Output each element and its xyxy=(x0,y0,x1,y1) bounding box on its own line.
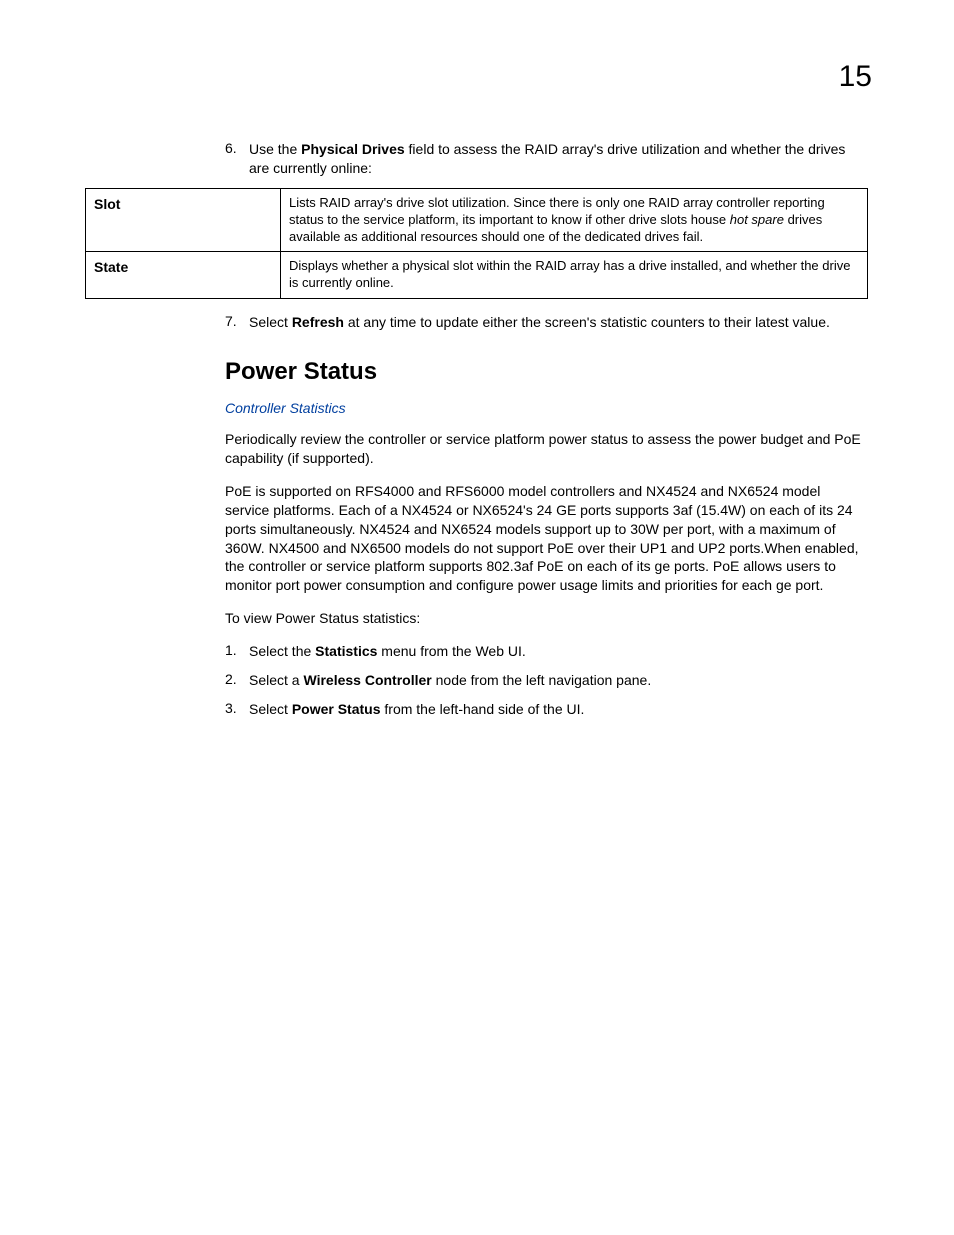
list-body: Select Power Status from the left-hand s… xyxy=(249,700,868,719)
list-number: 2. xyxy=(225,671,249,690)
bold-text: Refresh xyxy=(292,314,344,330)
list-number: 3. xyxy=(225,700,249,719)
power-step-1: 1. Select the Statistics menu from the W… xyxy=(85,642,868,661)
list-number: 7. xyxy=(225,313,249,332)
bold-text: Power Status xyxy=(292,701,381,717)
list-body: Use the Physical Drives field to assess … xyxy=(249,140,868,178)
table-row: Slot Lists RAID array's drive slot utili… xyxy=(86,188,868,252)
bold-text: Physical Drives xyxy=(301,141,405,157)
power-step-3: 3. Select Power Status from the left-han… xyxy=(85,700,868,719)
paragraph: To view Power Status statistics: xyxy=(225,609,868,628)
table-desc: Displays whether a physical slot within … xyxy=(281,252,868,299)
paragraph: PoE is supported on RFS4000 and RFS6000 … xyxy=(225,482,868,595)
list-body: Select Refresh at any time to update eit… xyxy=(249,313,868,332)
document-page: 15 6. Use the Physical Drives field to a… xyxy=(0,0,954,1235)
page-number: 15 xyxy=(839,60,872,94)
text: Select xyxy=(249,701,292,717)
text: Select the xyxy=(249,643,315,659)
paragraph: Periodically review the controller or se… xyxy=(225,430,868,468)
text: node from the left navigation pane. xyxy=(432,672,651,688)
bold-text: Wireless Controller xyxy=(303,672,431,688)
text: at any time to update either the screen'… xyxy=(344,314,830,330)
list-body: Select the Statistics menu from the Web … xyxy=(249,642,868,661)
step-7: 7. Select Refresh at any time to update … xyxy=(85,313,868,332)
field-description-table: Slot Lists RAID array's drive slot utili… xyxy=(85,188,868,299)
power-step-2: 2. Select a Wireless Controller node fro… xyxy=(85,671,868,690)
page-content: 6. Use the Physical Drives field to asse… xyxy=(85,140,868,729)
text: Select a xyxy=(249,672,303,688)
text: from the left-hand side of the UI. xyxy=(381,701,585,717)
list-body: Select a Wireless Controller node from t… xyxy=(249,671,868,690)
list-number: 6. xyxy=(225,140,249,178)
table-desc: Lists RAID array's drive slot utilizatio… xyxy=(281,188,868,252)
text: menu from the Web UI. xyxy=(377,643,525,659)
list-number: 1. xyxy=(225,642,249,661)
table-row: State Displays whether a physical slot w… xyxy=(86,252,868,299)
text: Select xyxy=(249,314,292,330)
table-label: State xyxy=(86,252,281,299)
link-controller-statistics[interactable]: Controller Statistics xyxy=(225,400,868,416)
table-label: Slot xyxy=(86,188,281,252)
section-title: Power Status xyxy=(225,358,868,386)
italic-text: hot spare xyxy=(730,212,784,227)
step-6: 6. Use the Physical Drives field to asse… xyxy=(85,140,868,178)
bold-text: Statistics xyxy=(315,643,377,659)
text: Use the xyxy=(249,141,301,157)
